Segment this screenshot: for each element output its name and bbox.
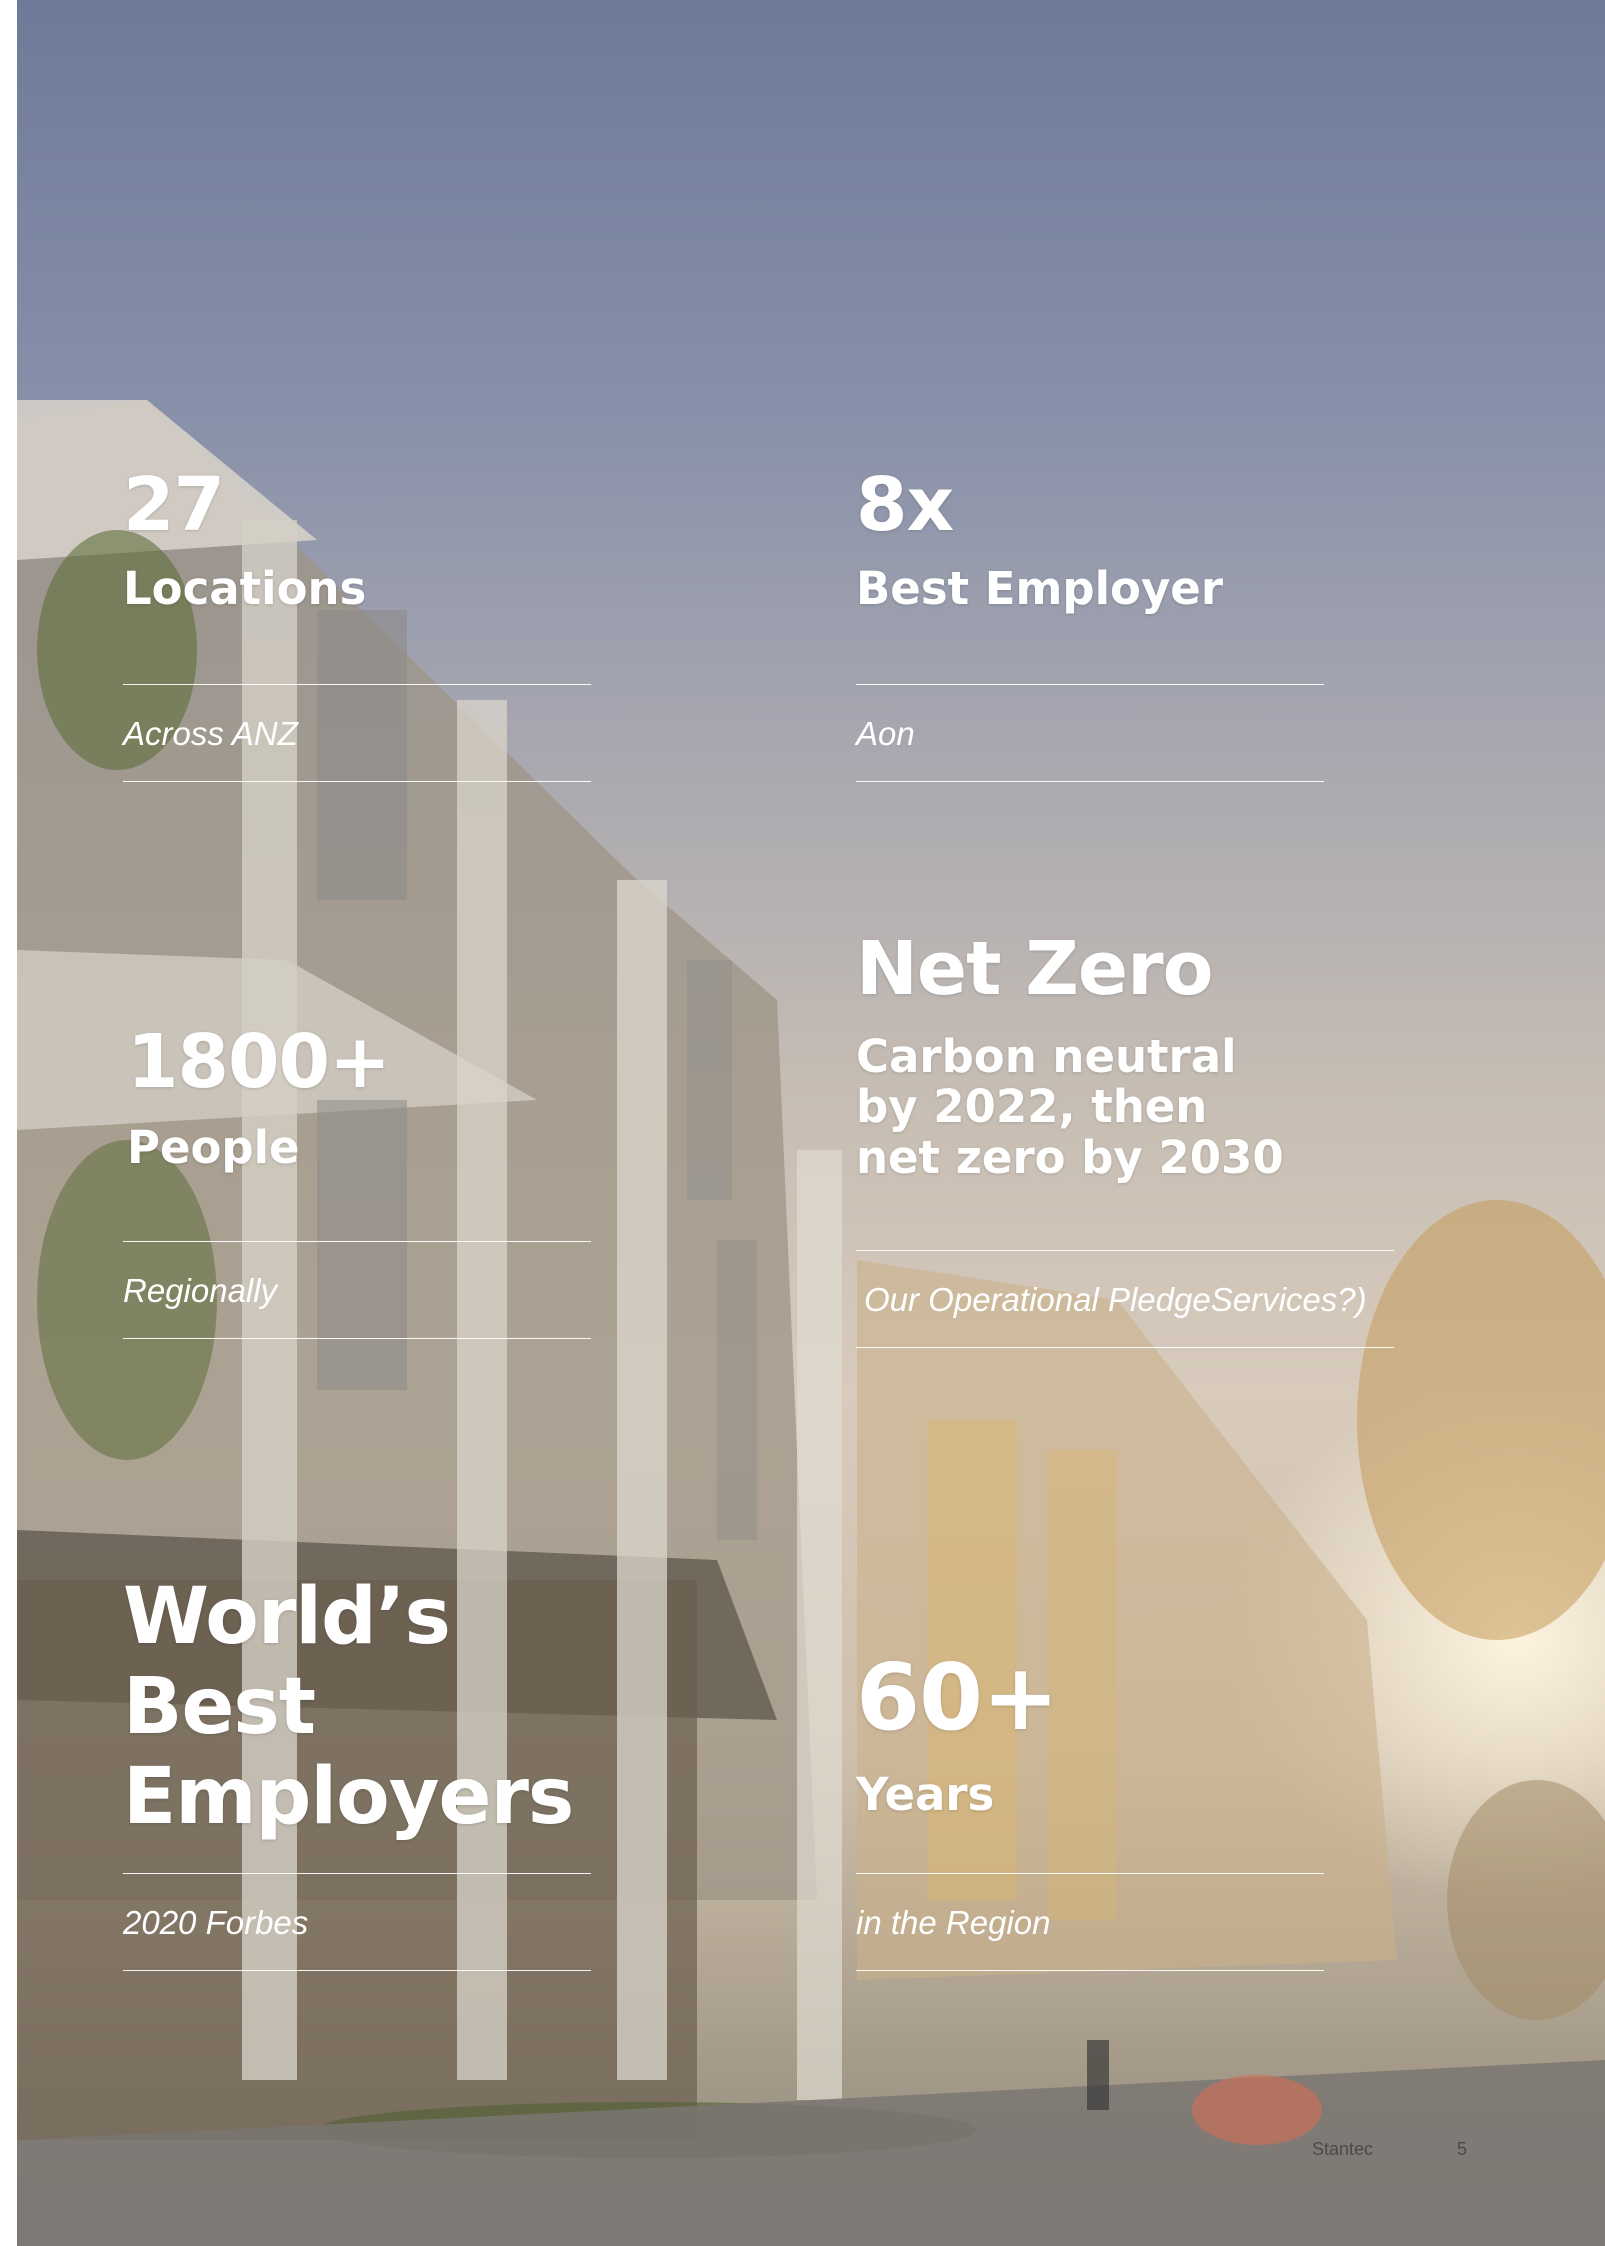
stat-label: Locations <box>123 562 367 615</box>
stat-label-line: Carbon neutral <box>856 1030 1237 1083</box>
stat-value: 27 <box>123 462 225 548</box>
stat-caption: 2020 Forbes <box>123 1904 309 1941</box>
stat-locations: 27 Locations <box>123 468 366 614</box>
stat-caption: Our Operational PledgeServices?) <box>864 1281 1367 1318</box>
stat-label: Years <box>856 1768 995 1821</box>
stat-caption: Regionally <box>123 1272 278 1309</box>
divider <box>856 1250 1394 1251</box>
stat-label-line: by 2022, then <box>856 1080 1208 1134</box>
divider <box>123 1338 591 1339</box>
stat-value: 8x <box>856 462 954 548</box>
stat-years: 60+ Years <box>856 1644 1059 1821</box>
stat-value-line: World’s <box>123 1572 451 1662</box>
divider <box>856 1970 1324 1971</box>
page-number: 5 <box>1457 2139 1468 2159</box>
stat-people: 1800+ People <box>127 1019 391 1174</box>
divider <box>856 1347 1394 1348</box>
stat-label-line: net zero by 2030 <box>856 1130 1284 1184</box>
stat-value-line: Best <box>123 1662 316 1752</box>
divider <box>123 1873 591 1874</box>
stat-best-employer: 8x Best Employer <box>856 468 1223 614</box>
divider <box>123 1241 591 1242</box>
stat-label: Best Employer <box>856 562 1224 615</box>
stat-value: Net Zero <box>856 926 1213 1012</box>
footer-brand: Stantec <box>1312 2139 1374 2159</box>
divider <box>123 781 591 782</box>
divider <box>856 781 1324 782</box>
stat-label: People <box>127 1121 300 1174</box>
divider <box>856 1873 1324 1874</box>
stat-worlds-best: World’s Best Employers <box>123 1572 574 1842</box>
stat-value-line: Employers <box>123 1752 574 1842</box>
page: 27 Locations Across ANZ 8x Best Employer… <box>17 0 1605 2246</box>
divider <box>123 684 591 685</box>
divider <box>123 1970 591 1971</box>
stat-caption: Across ANZ <box>123 715 298 752</box>
stat-value: 1800+ <box>127 1019 391 1105</box>
stat-net-zero: Net Zero Carbon neutral by 2022, then ne… <box>856 932 1284 1183</box>
divider <box>856 684 1324 685</box>
stat-value: 60+ <box>856 1644 1059 1751</box>
stat-caption: Aon <box>856 715 915 752</box>
stat-caption: in the Region <box>856 1904 1051 1941</box>
